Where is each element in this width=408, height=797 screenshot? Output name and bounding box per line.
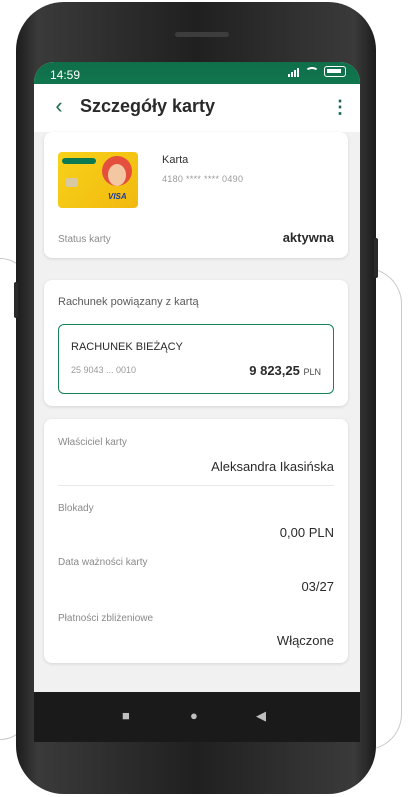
divider	[58, 485, 334, 486]
nav-back-button[interactable]: ◀	[256, 708, 266, 724]
status-icons	[288, 66, 346, 77]
wifi-icon	[305, 66, 319, 77]
expiry-value: 03/27	[301, 579, 334, 594]
visa-logo: VISA	[108, 192, 127, 201]
account-number: 25 9043 ... 0010	[71, 365, 137, 375]
card-name: Karta	[162, 154, 189, 166]
account-balance-amount: 9 823,25	[249, 363, 300, 378]
card-art-face	[108, 164, 126, 186]
card-status-label: Status karty	[58, 234, 111, 245]
signal-icon	[288, 67, 300, 77]
owner-label: Właściciel karty	[58, 437, 127, 448]
card-chip-icon	[66, 178, 78, 187]
account-balance: 9 823,25 PLN	[249, 363, 321, 378]
blocks-value: 0,00 PLN	[279, 525, 334, 540]
card-status-value: aktywna	[282, 230, 334, 245]
phone-speaker	[175, 32, 229, 37]
home-button[interactable]: ●	[190, 708, 198, 723]
page-title: Szczegóły karty	[80, 96, 216, 116]
recent-apps-button[interactable]: ■	[122, 708, 130, 723]
phone-volume-button	[14, 282, 18, 318]
contactless-value: Włączone	[276, 633, 334, 648]
app-screen: 14:59 ‹ Szczegóły karty ⋮ VISA Karta 418…	[34, 62, 360, 742]
card-details-panel: Właściciel karty Aleksandra Ikasińska Bl…	[44, 419, 348, 663]
battery-icon	[324, 66, 346, 77]
more-options-button[interactable]: ⋮	[330, 94, 350, 120]
bank-logo	[62, 158, 96, 164]
card-number: 4180 **** **** 0490	[162, 174, 244, 184]
status-time: 14:59	[50, 68, 81, 82]
content-area: VISA Karta 4180 **** **** 0490 Status ka…	[34, 132, 360, 692]
blocks-label: Blokady	[58, 503, 94, 514]
card-image[interactable]: VISA	[58, 152, 138, 208]
linked-account-heading: Rachunek powiązany z kartą	[58, 296, 199, 308]
linked-account-panel: Rachunek powiązany z kartą RACHUNEK BIEŻ…	[44, 280, 348, 406]
app-bar: ‹ Szczegóły karty ⋮	[34, 84, 360, 132]
owner-value: Aleksandra Ikasińska	[211, 459, 334, 474]
expiry-label: Data ważności karty	[58, 557, 148, 568]
back-button[interactable]: ‹	[44, 92, 74, 122]
contactless-label: Płatności zbliżeniowe	[58, 613, 154, 624]
status-bar: 14:59	[34, 62, 360, 84]
phone-side-button	[374, 238, 378, 278]
android-nav-bar: ■ ● ◀	[34, 692, 360, 742]
account-name: RACHUNEK BIEŻĄCY	[71, 341, 183, 353]
card-info-panel: VISA Karta 4180 **** **** 0490 Status ka…	[44, 132, 348, 258]
account-balance-currency: PLN	[303, 367, 321, 377]
linked-account-tile[interactable]: RACHUNEK BIEŻĄCY 25 9043 ... 0010 9 823,…	[58, 324, 334, 394]
